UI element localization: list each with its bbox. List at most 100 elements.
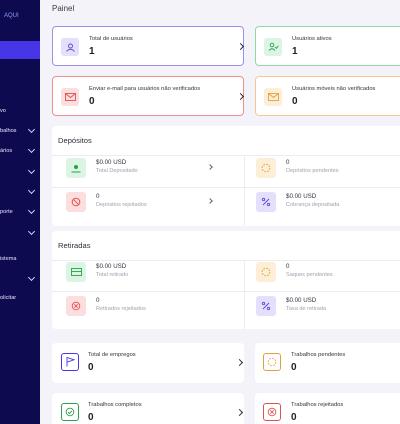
stat-value: 0 [292,96,298,107]
item-value: 0 [286,159,290,166]
withdrawal-charge[interactable]: $0.00 USD Taxa de retirada [256,296,400,318]
spinner-icon [256,262,276,282]
sidebar-item-1[interactable]: vo [0,105,40,117]
chevron-down-icon [27,273,36,282]
item-value: 0 [96,297,100,304]
sidebar-item-4[interactable] [0,166,40,178]
withdrawals-section: Retiradas $0.00 USD Total retirado 0 Saq… [52,231,400,329]
item-value: $0.00 USD [96,263,127,270]
stat-label: Usuários móveis não verificados [292,86,376,92]
item-label: Depósitos rejeitados [96,202,147,208]
sidebar-item-3[interactable]: ários [0,145,40,157]
stat-label: Enviar e-mail para usuários não verifica… [89,86,201,92]
envelope-icon [61,88,79,106]
chevron-down-icon [27,206,36,215]
mobile-envelope-icon [264,88,282,106]
chevron-right-icon [235,358,244,367]
sidebar-item-2[interactable]: balhos [0,125,40,137]
divider [52,187,400,188]
sidebar-item-dashboard-active[interactable] [0,41,40,59]
item-label: Total Depositado [96,168,138,174]
cash-icon [66,262,86,282]
stat-value: 0 [291,362,297,373]
item-value: 0 [96,193,100,200]
withdrawal-rejected[interactable]: 0 Retirados rejeitados [66,296,244,318]
withdrawal-total[interactable]: $0.00 USD Total retirado [66,262,244,284]
chevron-down-icon [27,145,36,154]
main-content: Painel Total de usuários 1 Usuários ativ… [40,0,400,424]
chevron-down-icon [27,227,36,236]
sidebar-item-8[interactable]: istema [0,253,40,265]
divider [52,155,400,156]
chevron-right-icon [236,92,245,101]
sidebar-item-label: istema [0,256,17,262]
sidebar-item-label: balhos [0,128,17,134]
sidebar-item-10[interactable]: olicitar [0,292,40,304]
sidebar-item-label: vo [0,108,6,114]
divider [52,260,400,261]
divider [244,261,245,329]
percent-icon [256,192,276,212]
stat-label: Trabalhos pendentes [291,352,346,358]
page-title: Painel [52,4,75,13]
sidebar-item-6[interactable]: porte [0,206,40,218]
stat-value: 0 [291,412,297,423]
sidebar-brand[interactable]: AQUI [4,13,19,19]
section-title: Retiradas [58,241,91,250]
percent-icon [256,296,276,316]
stat-value: 0 [88,412,94,423]
x-circle-icon [263,403,281,421]
item-value: 0 [286,263,290,270]
deposit-total[interactable]: $0.00 USD Total Depositado [66,158,244,180]
sidebar: AQUI vo balhos ários porte istema olicit… [0,0,40,424]
item-value: $0.00 USD [96,159,127,166]
chevron-right-icon [207,198,213,204]
stat-card-rejected-jobs[interactable]: Trabalhos rejeitados 0 [255,393,400,424]
item-label: Cobrança depositada [286,202,340,208]
stat-label: Total de usuários [89,36,133,42]
x-circle-icon [66,296,86,316]
sidebar-item-7[interactable] [0,227,40,239]
stat-label: Trabalhos rejeitados [291,402,344,408]
check-circle-icon [61,403,79,421]
withdrawal-pending[interactable]: 0 Saques pendentes [256,262,400,284]
item-label: Depósitos pendentes [286,168,339,174]
item-label: Taxa de retirada [286,306,327,312]
stat-card-pending-jobs[interactable]: Trabalhos pendentes 0 [255,343,400,383]
chevron-down-icon [27,125,36,134]
deposits-section: Depósitos $0.00 USD Total Depositado 0 D… [52,126,400,226]
ban-icon [66,192,86,212]
stat-card-unverified-mobile[interactable]: Usuários móveis não verificados 0 [255,76,400,116]
deposit-charge[interactable]: $0.00 USD Cobrança depositada [256,192,400,214]
chevron-down-icon [27,166,36,175]
stat-label: Usuários ativos [292,36,332,42]
stat-card-total-users[interactable]: Total de usuários 1 [52,26,245,66]
stat-card-completed-jobs[interactable]: Trabalhos completos 0 [52,393,244,424]
stat-label: Total de empregos [88,352,136,358]
stat-card-active-users[interactable]: Usuários ativos 1 [255,26,400,66]
stat-value: 0 [89,96,95,107]
stat-label: Trabalhos completos [88,402,142,408]
sidebar-item-label: olicitar [0,295,17,301]
sidebar-item-5[interactable] [0,186,40,198]
item-label: Retirados rejeitados [96,306,146,312]
sidebar-item-label: porte [0,209,13,215]
stat-card-total-jobs[interactable]: Total de empregos 0 [52,343,244,383]
item-label: Saques pendentes [286,272,333,278]
section-title: Depósitos [58,136,92,145]
chevron-down-icon [27,186,36,195]
flag-icon [61,353,79,371]
deposit-pending[interactable]: 0 Depósitos pendentes [256,158,400,180]
hand-money-icon [66,158,86,178]
deposit-rejected[interactable]: 0 Depósitos rejeitados [66,192,244,214]
divider [52,291,400,292]
item-value: $0.00 USD [286,297,317,304]
divider [244,156,245,226]
stat-card-unverified-email[interactable]: Enviar e-mail para usuários não verifica… [52,76,245,116]
item-label: Total retirado [96,272,129,278]
spinner-icon [256,158,276,178]
sidebar-item-9[interactable] [0,273,40,285]
stat-value: 1 [292,46,298,57]
chevron-right-icon [236,42,245,51]
stat-value: 0 [88,362,94,373]
